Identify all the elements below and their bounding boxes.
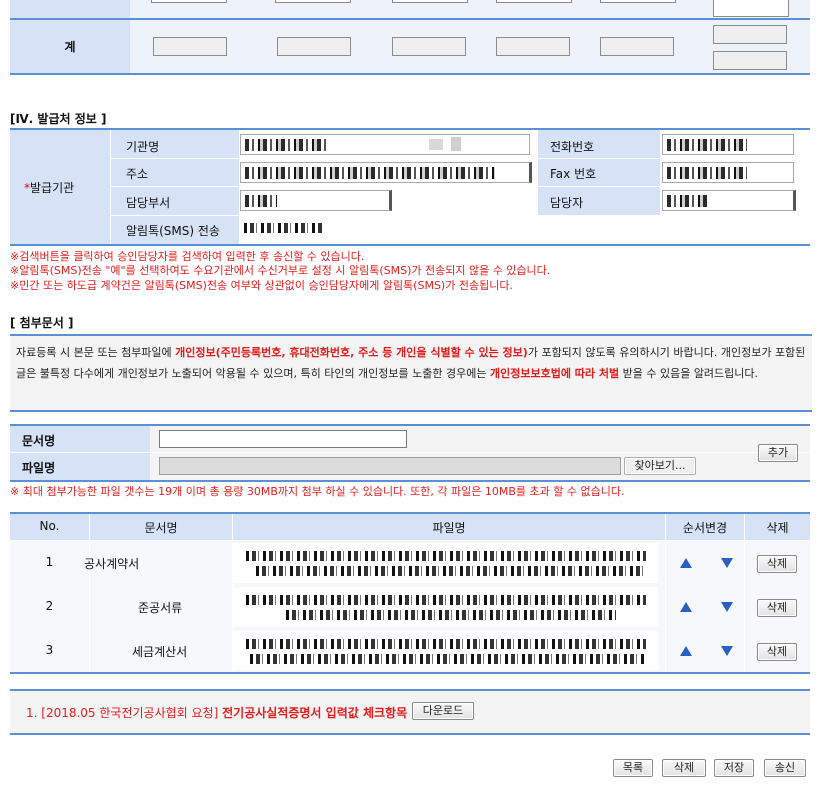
row-no: 1 (45, 555, 54, 569)
checklist-item: 1. [2018.05 한국전기공사협회 요청] 전기공사실적증명서 입력값 체… (26, 706, 408, 720)
phone-label: 전화번호 (550, 140, 595, 154)
row-no: 2 (45, 599, 54, 613)
download-button[interactable]: 다운로드 (412, 702, 474, 720)
add-button[interactable]: 추가 (758, 444, 798, 462)
row-file-name (232, 587, 658, 627)
fax-label: Fax 번호 (550, 167, 597, 181)
row-delete-button[interactable]: 삭제 (757, 643, 797, 661)
agency-name-input[interactable] (240, 134, 530, 155)
privacy-notice: 자료등록 시 본문 또는 첨부파일에 개인정보(주민등록번호, 휴대전화번호, … (10, 334, 812, 412)
total-cell-6a (713, 25, 787, 44)
col-header-delete: 삭제 (766, 521, 789, 535)
agency-name-label: 기관명 (126, 140, 160, 154)
fax-input[interactable] (662, 162, 794, 183)
move-down-icon[interactable] (721, 558, 733, 568)
row-doc-name: 준공서류 (138, 601, 183, 615)
sms-label: 알림톡(SMS) 전송 (126, 224, 220, 238)
issuer-section-title: [Ⅳ. 발급처 정보 ] (10, 112, 107, 126)
move-up-icon[interactable] (680, 646, 692, 656)
attachment-table: No. 문서명 파일명 순서변경 삭제 1 공사계약서 삭제 2 준공서류 삭제… (10, 512, 810, 674)
file-name-label: 파일명 (22, 461, 56, 475)
col-header-order: 순서변경 (682, 521, 728, 535)
col-header-doc: 문서명 (144, 521, 178, 535)
row-doc-name: 세금계산서 (132, 645, 188, 659)
move-down-icon[interactable] (721, 646, 733, 656)
move-down-icon[interactable] (721, 602, 733, 612)
address-label: 주소 (126, 167, 149, 181)
move-up-icon[interactable] (680, 602, 692, 612)
phone-input[interactable] (662, 134, 794, 155)
issuer-note-3: ※민간 또는 하도급 계약건은 알림톡(SMS)전송 여부와 상관없이 승인담당… (10, 279, 513, 292)
send-button[interactable]: 송신 (764, 759, 806, 777)
department-input[interactable] (240, 190, 392, 211)
limit-note: ※ 최대 첨부가능한 파일 갯수는 19개 이며 총 용량 30MB까지 첨부 … (10, 485, 625, 498)
total-cell-4 (496, 37, 570, 56)
move-up-icon[interactable] (680, 558, 692, 568)
manager-label: 담당자 (550, 196, 584, 210)
row-doc-name: 공사계약서 (84, 557, 140, 571)
list-button[interactable]: 목록 (613, 759, 653, 777)
row-no: 3 (45, 643, 54, 657)
total-cell-6b (713, 51, 787, 70)
total-cell-1 (153, 37, 227, 56)
file-name-field (159, 457, 621, 475)
total-cell-3 (392, 37, 466, 56)
checklist-box: 1. [2018.05 한국전기공사협회 요청] 전기공사실적증명서 입력값 체… (10, 689, 810, 735)
total-cell-2 (277, 37, 351, 56)
row-file-name (232, 543, 658, 583)
issuer-table: *발급기관 기관명 주소 담당부서 알림톡(SMS) 전송 전화번호 Fax 번… (10, 128, 810, 246)
address-input[interactable] (240, 162, 532, 183)
doc-name-label: 문서명 (22, 434, 56, 448)
attachments-section-title: [ 첨부문서 ] (10, 316, 74, 330)
row-delete-button[interactable]: 삭제 (757, 599, 797, 617)
department-label: 담당부서 (126, 196, 171, 210)
table-row: 2 준공서류 삭제 (10, 585, 810, 629)
total-cell-5 (600, 37, 674, 56)
manager-input[interactable] (662, 190, 796, 211)
total-label: 계 (64, 40, 76, 54)
issuer-group-label: *발급기관 (24, 181, 75, 195)
sms-value (240, 218, 540, 238)
upload-form: 문서명 파일명 찾아보기... 추가 (10, 424, 810, 482)
total-table: 계 (10, 0, 810, 75)
row-delete-button[interactable]: 삭제 (757, 555, 797, 573)
table-row: 3 세금계산서 삭제 (10, 629, 810, 672)
table-row: 1 공사계약서 삭제 (10, 541, 810, 585)
browse-button[interactable]: 찾아보기... (624, 457, 696, 475)
col-header-file: 파일명 (432, 521, 466, 535)
col-header-no: No. (39, 519, 60, 533)
delete-button[interactable]: 삭제 (662, 759, 706, 777)
issuer-note-2: ※알림톡(SMS)전송 "예"를 선택하여도 수요기관에서 수신거부로 설정 시… (10, 264, 551, 277)
save-button[interactable]: 저장 (714, 759, 754, 777)
doc-name-input[interactable] (159, 430, 407, 448)
row-file-name (232, 631, 658, 670)
